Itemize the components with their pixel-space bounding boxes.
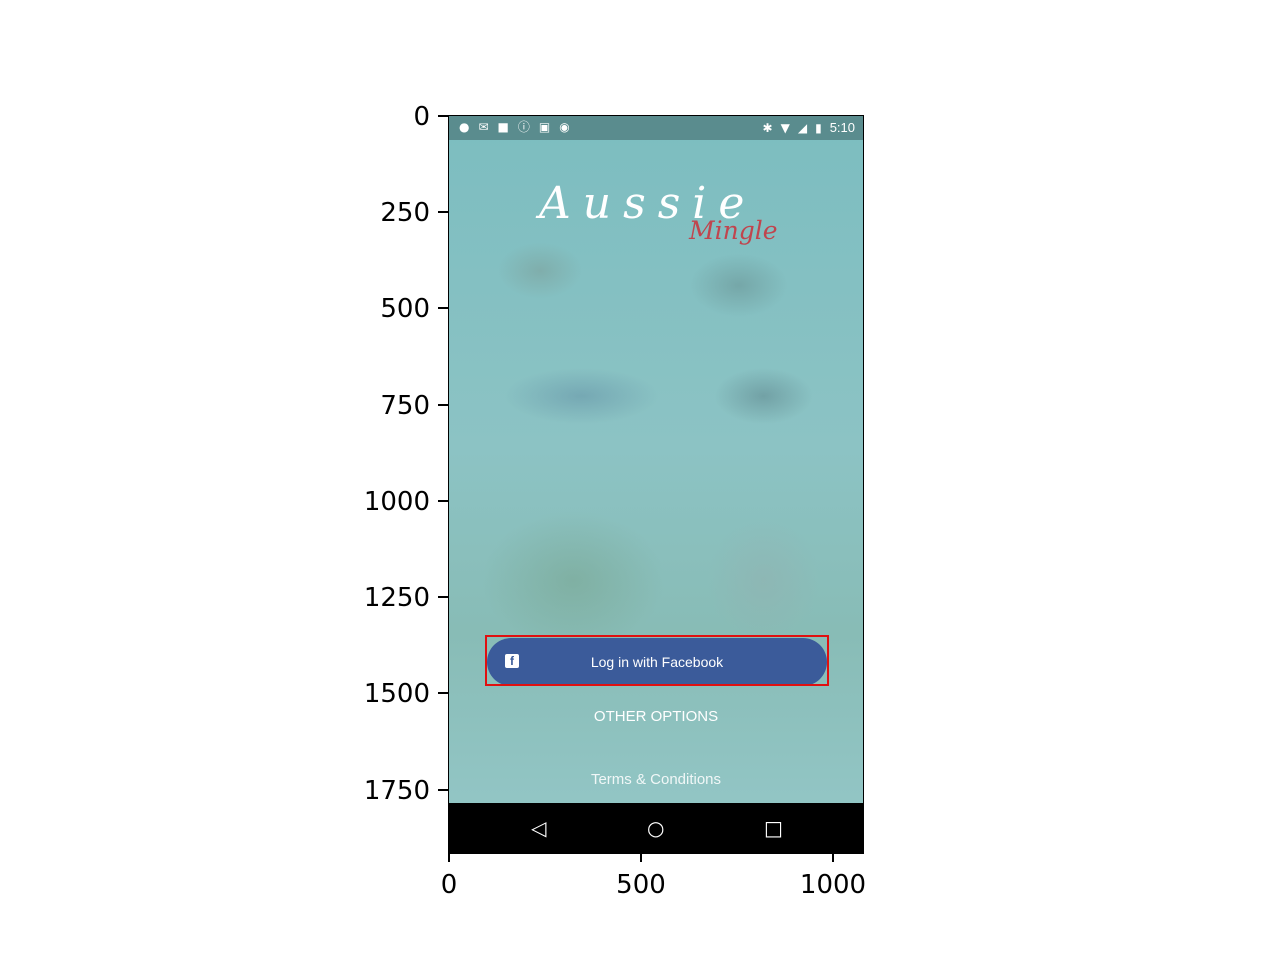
x-tick-label: 0 [440, 870, 458, 900]
other-options-link[interactable]: OTHER OPTIONS [449, 708, 863, 725]
status-clock: 5:10 [829, 120, 855, 135]
facebook-icon: f [505, 654, 519, 668]
y-tick-label: 250 [380, 198, 430, 228]
home-icon[interactable]: ○ [647, 818, 664, 838]
y-tick-label: 500 [380, 294, 430, 324]
terms-link[interactable]: Terms & Conditions [449, 771, 863, 788]
y-tick [438, 307, 448, 309]
y-tick [438, 115, 448, 117]
y-tick [438, 211, 448, 213]
navigation-bar: ◁ ○ □ [449, 803, 863, 853]
x-tick [448, 854, 450, 862]
lock-icon: ▣ [538, 120, 551, 134]
app-screen: ● ✉ ■ ⓘ ▣ ◉ ✱ ▼ ◢ ▮ 5:10 Aussie Mingle f… [449, 116, 863, 853]
y-tick [438, 789, 448, 791]
y-tick-label: 1250 [363, 583, 430, 613]
no-signal-icon: ◢ [797, 120, 808, 135]
back-icon[interactable]: ◁ [531, 818, 546, 838]
x-tick [832, 854, 834, 862]
x-tick-label: 1000 [799, 870, 867, 900]
android-icon: ◉ [559, 120, 570, 134]
y-tick-label: 0 [413, 102, 430, 132]
keyhole-icon: ● [459, 120, 470, 134]
facebook-login-label: Log in with Facebook [590, 654, 724, 670]
screenshot-frame: ● ✉ ■ ⓘ ▣ ◉ ✱ ▼ ◢ ▮ 5:10 Aussie Mingle f… [448, 115, 864, 854]
y-tick-label: 750 [380, 391, 430, 421]
mail-icon: ✉ [478, 120, 489, 134]
y-tick-label: 1750 [363, 776, 430, 806]
facebook-login-button[interactable]: f Log in with Facebook [487, 638, 827, 686]
y-tick [438, 404, 448, 406]
alert-icon: ⓘ [517, 120, 530, 134]
y-tick-label: 1000 [363, 487, 430, 517]
app-logo-subtitle: Mingle [689, 216, 778, 245]
recents-icon[interactable]: □ [764, 818, 783, 838]
x-tick-label: 500 [616, 870, 666, 900]
y-tick-label: 1500 [363, 679, 430, 709]
y-tick [438, 500, 448, 502]
y-tick [438, 692, 448, 694]
bluetooth-icon: ✱ [762, 120, 773, 135]
battery-charging-icon: ▮ [815, 120, 822, 135]
wifi-icon: ▼ [780, 120, 790, 135]
status-bar: ● ✉ ■ ⓘ ▣ ◉ ✱ ▼ ◢ ▮ 5:10 [449, 116, 863, 140]
x-tick [640, 854, 642, 862]
facebook-icon: ■ [497, 120, 509, 134]
y-tick [438, 596, 448, 598]
